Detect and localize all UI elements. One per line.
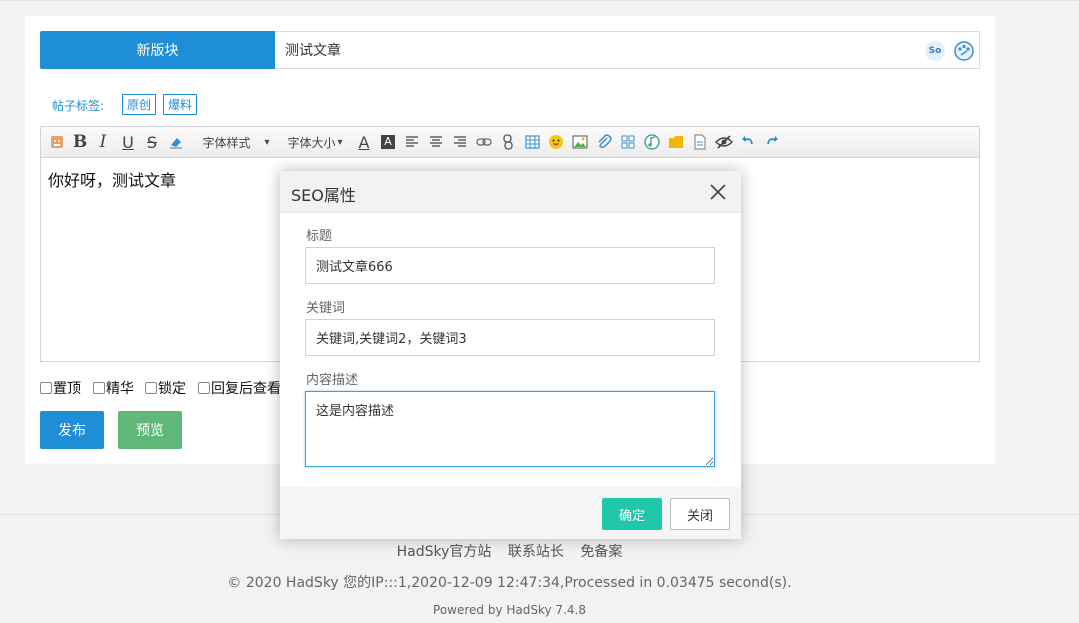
unlink-icon[interactable]: [499, 132, 517, 152]
preview-button[interactable]: 预览: [118, 411, 182, 449]
seo-keywords-label: 关键词: [306, 301, 346, 316]
checkbox-box[interactable]: [93, 382, 105, 394]
section-select-button[interactable]: 新版块: [40, 31, 275, 69]
editor-content[interactable]: 你好呀，测试文章: [48, 167, 176, 191]
italic-icon[interactable]: I: [94, 132, 112, 152]
eraser-icon[interactable]: [167, 132, 185, 152]
seo-title-label: 标题: [306, 229, 333, 244]
post-title-input[interactable]: [275, 32, 905, 68]
checkbox-box[interactable]: [145, 382, 157, 394]
folder-icon[interactable]: [667, 132, 685, 152]
editor-toolbar: B I U S 字体样式 ▾ 字体大小 ▾ A A: [41, 127, 979, 158]
tag-exclusive[interactable]: 爆料: [163, 94, 198, 115]
chevron-down-icon: ▾: [264, 136, 270, 148]
seo-icon[interactable]: So: [925, 41, 945, 61]
attachment-icon[interactable]: [595, 132, 613, 152]
emoji-face-icon[interactable]: [48, 132, 66, 152]
option-featured-checkbox[interactable]: 精华: [93, 378, 134, 398]
confirm-button[interactable]: 确定: [602, 498, 662, 530]
seo-description-label: 内容描述: [306, 373, 359, 388]
redo-icon[interactable]: [763, 132, 781, 152]
highlight-color-icon[interactable]: A: [379, 132, 397, 152]
align-center-icon[interactable]: [427, 132, 445, 152]
file-icon[interactable]: [691, 132, 709, 152]
option-sticky-checkbox[interactable]: 置顶: [40, 378, 81, 398]
bold-icon[interactable]: B: [71, 132, 89, 152]
option-label: 置顶: [53, 381, 81, 397]
font-style-label: 字体样式: [202, 135, 251, 150]
underline-icon[interactable]: U: [119, 132, 137, 152]
dialog-title: SEO属性: [291, 186, 356, 205]
chevron-down-icon: ▾: [337, 136, 343, 148]
seo-keywords-input[interactable]: [305, 319, 715, 356]
gallery-icon[interactable]: [619, 132, 637, 152]
palette-icon[interactable]: [953, 40, 975, 62]
option-lock-checkbox[interactable]: 锁定: [145, 378, 186, 398]
close-icon[interactable]: [709, 183, 727, 201]
strikethrough-icon[interactable]: S: [143, 132, 161, 152]
seo-dialog: SEO属性 标题 关键词 内容描述 这是内容描述 确定 关闭: [280, 171, 741, 539]
font-style-select[interactable]: 字体样式 ▾: [196, 132, 276, 152]
footer-copyright: © 2020 HadSky 您的IP:::1,2020-12-09 12:47:…: [227, 575, 792, 591]
font-size-label: 字体大小: [287, 135, 336, 150]
align-left-icon[interactable]: [403, 132, 421, 152]
title-field-wrapper: So: [275, 31, 980, 69]
dialog-footer: 确定 关闭: [280, 487, 741, 539]
footer-powered: Powered by HadSky 7.4.8: [433, 603, 586, 617]
checkbox-box[interactable]: [198, 382, 210, 394]
seo-description-textarea[interactable]: 这是内容描述: [305, 391, 715, 467]
option-reply-view-checkbox[interactable]: 回复后查看: [198, 378, 281, 398]
close-button[interactable]: 关闭: [670, 498, 730, 530]
music-icon[interactable]: [643, 132, 661, 152]
table-icon[interactable]: [523, 132, 541, 152]
option-label: 回复后查看: [211, 381, 281, 397]
font-color-icon[interactable]: A: [355, 132, 373, 152]
seo-title-input[interactable]: [305, 247, 715, 284]
publish-button[interactable]: 发布: [40, 411, 104, 449]
option-label: 锁定: [158, 381, 186, 397]
option-label: 精华: [106, 381, 134, 397]
tags-label: 帖子标签:: [52, 99, 105, 113]
hidden-content-icon[interactable]: [715, 132, 733, 152]
footer-links: HadSky官方站 联系站长 免备案: [0, 541, 1019, 561]
emoticon-icon[interactable]: [547, 132, 565, 152]
highlight-glyph: A: [381, 135, 395, 149]
align-right-icon[interactable]: [451, 132, 469, 152]
link-icon[interactable]: [475, 132, 493, 152]
top-divider: [0, 0, 1079, 1]
footer-link-contact[interactable]: 联系站长: [508, 544, 564, 560]
footer-link-icp[interactable]: 免备案: [580, 544, 622, 560]
tag-original[interactable]: 原创: [122, 94, 157, 115]
font-size-select[interactable]: 字体大小 ▾: [283, 132, 347, 152]
image-icon[interactable]: [571, 132, 589, 152]
footer-link-official[interactable]: HadSky官方站: [397, 544, 492, 560]
checkbox-box[interactable]: [40, 382, 52, 394]
undo-icon[interactable]: [739, 132, 757, 152]
dialog-header: SEO属性: [280, 171, 741, 213]
